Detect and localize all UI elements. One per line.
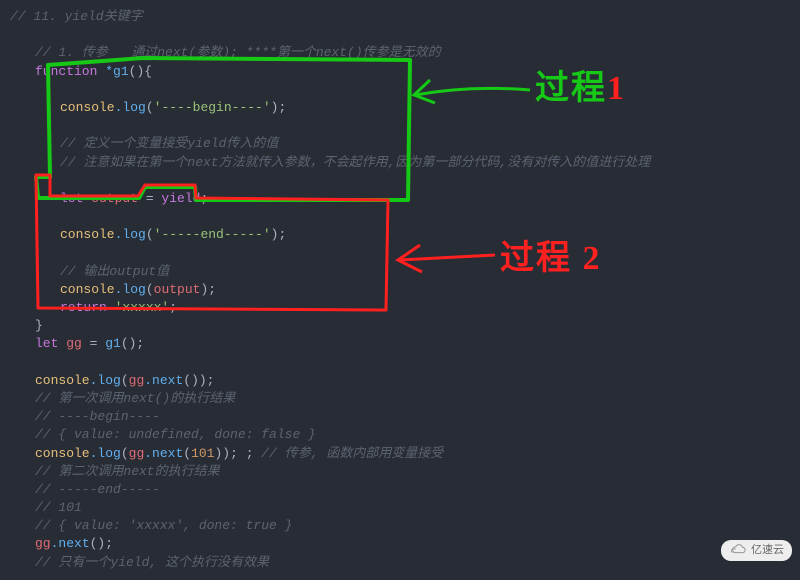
blank-line [10, 81, 790, 99]
paren-open: ( [146, 282, 154, 297]
code-editor: // 11. yield关键字 // 1. 传参 通过next(参数); ***… [0, 0, 800, 580]
inline-comment: // 传参, 函数内部用变量接受 [261, 446, 443, 461]
brace: } [35, 318, 43, 333]
paren-open: ( [121, 446, 129, 461]
code-line: console.log('-----end-----'); [10, 226, 790, 244]
code-comment: // ----begin---- [10, 408, 790, 426]
watermark: 亿速云 [721, 540, 792, 561]
string-literal: 'xxxxx' [107, 300, 169, 315]
identifier: output [83, 191, 138, 206]
code-comment: // 第一次调用next()的执行结果 [10, 390, 790, 408]
code-comment: // 101 [10, 499, 790, 517]
code-line: let gg = g1(); [10, 335, 790, 353]
operator: = [138, 191, 161, 206]
code-line: console.log('----begin----'); [10, 99, 790, 117]
paren-close: ); [271, 100, 287, 115]
annotation-label-2: 过程 2 [500, 235, 602, 283]
keyword-yield: yield [161, 191, 200, 206]
log-method: .log [115, 227, 146, 242]
identifier: output [154, 282, 201, 297]
next-method: .next [144, 446, 183, 461]
keyword-let: let [35, 336, 58, 351]
blank-line [10, 172, 790, 190]
log-method: .log [115, 100, 146, 115]
keyword-let: let [60, 191, 83, 206]
next-method: .next [144, 373, 183, 388]
call-parens: ()); [183, 373, 214, 388]
code-line: function *g1(){ [10, 63, 790, 81]
code-line: console.log(output); [10, 281, 790, 299]
code-line: console.log(gg.next()); [10, 372, 790, 390]
blank-line [10, 208, 790, 226]
call-parens: (); [90, 536, 113, 551]
label-text: 过程 [500, 240, 572, 277]
code-line: console.log(gg.next(101)); ; // 传参, 函数内部… [10, 445, 790, 463]
operator: = [82, 336, 105, 351]
code-line: let output = yield; [10, 190, 790, 208]
code-comment: // 定义一个变量接受yield传入的值 [10, 135, 790, 153]
code-line: } [10, 317, 790, 335]
code-comment: // 输出output值 [10, 263, 790, 281]
keyword-function: function [35, 64, 97, 79]
code-comment: // -----end----- [10, 481, 790, 499]
number-literal: 101 [191, 446, 214, 461]
next-method: .next [51, 536, 90, 551]
brace: { [144, 64, 152, 79]
watermark-text: 亿速云 [751, 543, 784, 558]
code-comment: // { value: 'xxxxx', done: true } [10, 517, 790, 535]
console-obj: console [35, 446, 90, 461]
console-obj: console [35, 373, 90, 388]
code-comment: // 只有一个yield, 这个执行没有效果 [10, 554, 790, 572]
cloud-icon [729, 544, 747, 556]
function-call: g1 [105, 336, 121, 351]
code-line: return 'xxxxx'; [10, 299, 790, 317]
identifier: gg [58, 336, 81, 351]
label-text: 过程 [535, 70, 607, 107]
console-obj: console [60, 282, 115, 297]
string-literal: '----begin----' [154, 100, 271, 115]
console-obj: console [60, 100, 115, 115]
console-obj: console [60, 227, 115, 242]
code-comment: // 注意如果在第一个next方法就传入参数，不会起作用,因为第一部分代码,没有… [10, 154, 790, 172]
annotation-label-1: 过程1 [535, 65, 626, 113]
paren-open: ( [121, 373, 129, 388]
keyword-return: return [60, 300, 107, 315]
identifier: gg [129, 373, 145, 388]
code-line: // 1. 传参 通过next(参数); ****第一个next()传参是无效的 [10, 44, 790, 62]
paren-close: ); [200, 282, 216, 297]
label-number: 2 [583, 240, 602, 277]
paren-open: ( [146, 100, 154, 115]
code-line: gg.next(); [10, 535, 790, 553]
paren-close: ); [271, 227, 287, 242]
paren-open: ( [146, 227, 154, 242]
log-method: .log [90, 373, 121, 388]
blank-line [10, 244, 790, 262]
extra-semi: ; [238, 446, 261, 461]
code-line: // 11. yield关键字 [10, 8, 790, 26]
semicolon: ; [169, 300, 177, 315]
semicolon: ; [200, 191, 208, 206]
call-parens: (); [121, 336, 144, 351]
code-comment: // { value: undefined, done: false } [10, 426, 790, 444]
paren-close: )); [214, 446, 237, 461]
blank-line [10, 117, 790, 135]
paren-open: ( [183, 446, 191, 461]
function-name: g1 [113, 64, 129, 79]
identifier: gg [35, 536, 51, 551]
log-method: .log [90, 446, 121, 461]
log-method: .log [115, 282, 146, 297]
generator-star: * [97, 64, 113, 79]
parens: () [129, 64, 145, 79]
label-number: 1 [607, 70, 626, 107]
blank-line [10, 354, 790, 372]
blank-line [10, 26, 790, 44]
code-comment: // 第二次调用next的执行结果 [10, 463, 790, 481]
identifier: gg [129, 446, 145, 461]
string-literal: '-----end-----' [154, 227, 271, 242]
